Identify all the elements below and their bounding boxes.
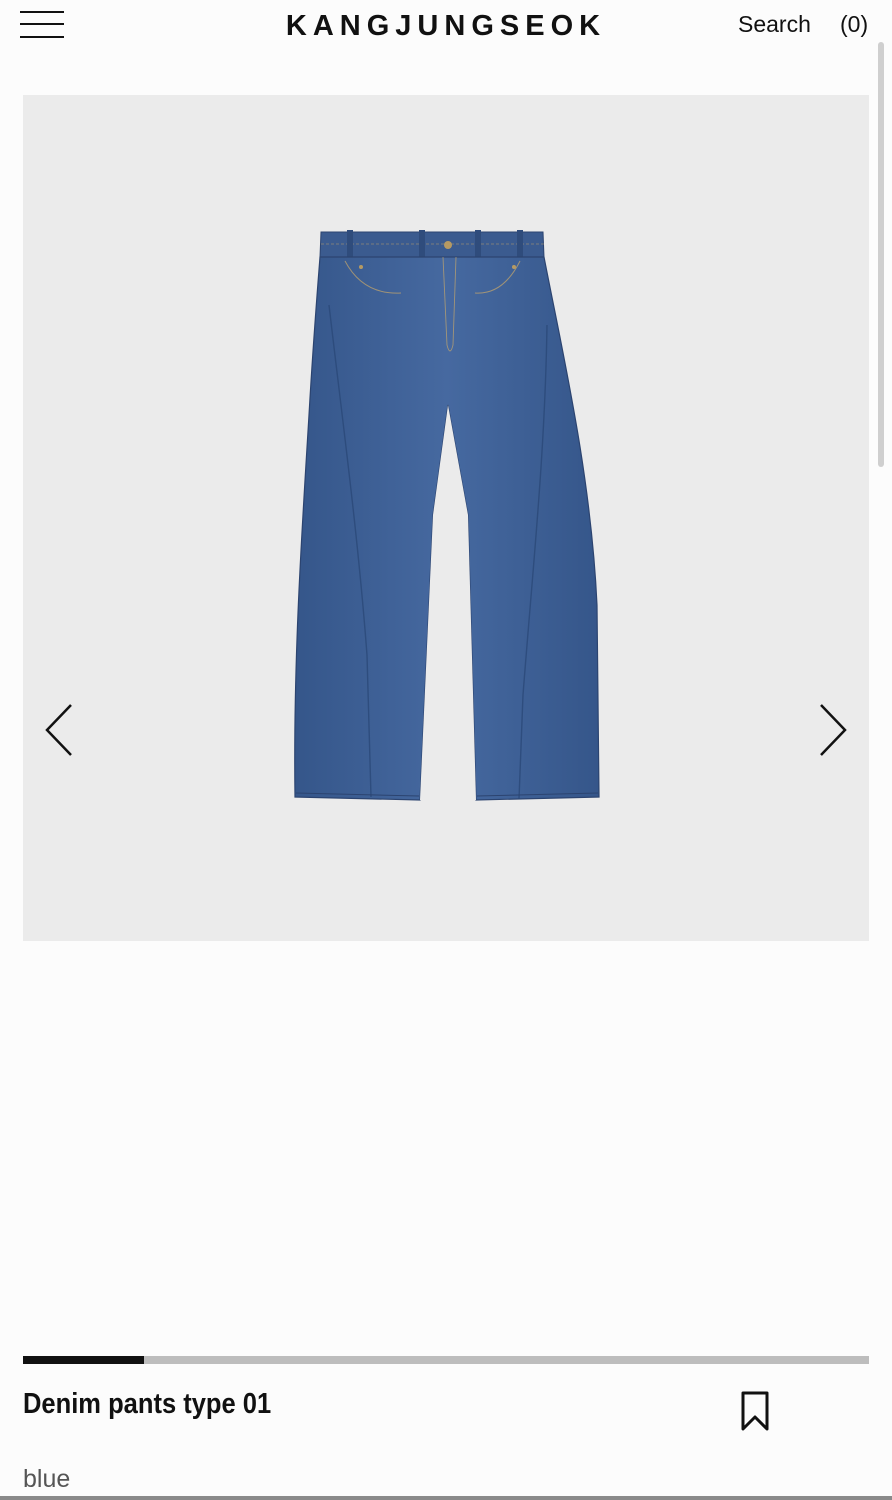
chevron-left-icon[interactable] [41, 695, 81, 765]
product-color: blue [23, 1465, 71, 1493]
gallery-progress-fill [23, 1356, 144, 1364]
product-image [294, 230, 600, 801]
cart-link[interactable]: (0) [840, 11, 868, 38]
scrollbar[interactable] [878, 42, 884, 467]
bottom-divider [0, 1496, 892, 1500]
gallery-progress-bar [23, 1356, 869, 1364]
product-name: Denim pants type 01 [23, 1388, 272, 1420]
bookmark-icon[interactable] [738, 1389, 772, 1433]
product-gallery[interactable] [23, 95, 869, 941]
search-link[interactable]: Search [738, 11, 811, 38]
chevron-right-icon[interactable] [811, 695, 851, 765]
product-page: KANGJUNGSEOK Search (0) Denim pants type… [0, 0, 892, 1500]
header: KANGJUNGSEOK Search (0) [0, 0, 892, 60]
